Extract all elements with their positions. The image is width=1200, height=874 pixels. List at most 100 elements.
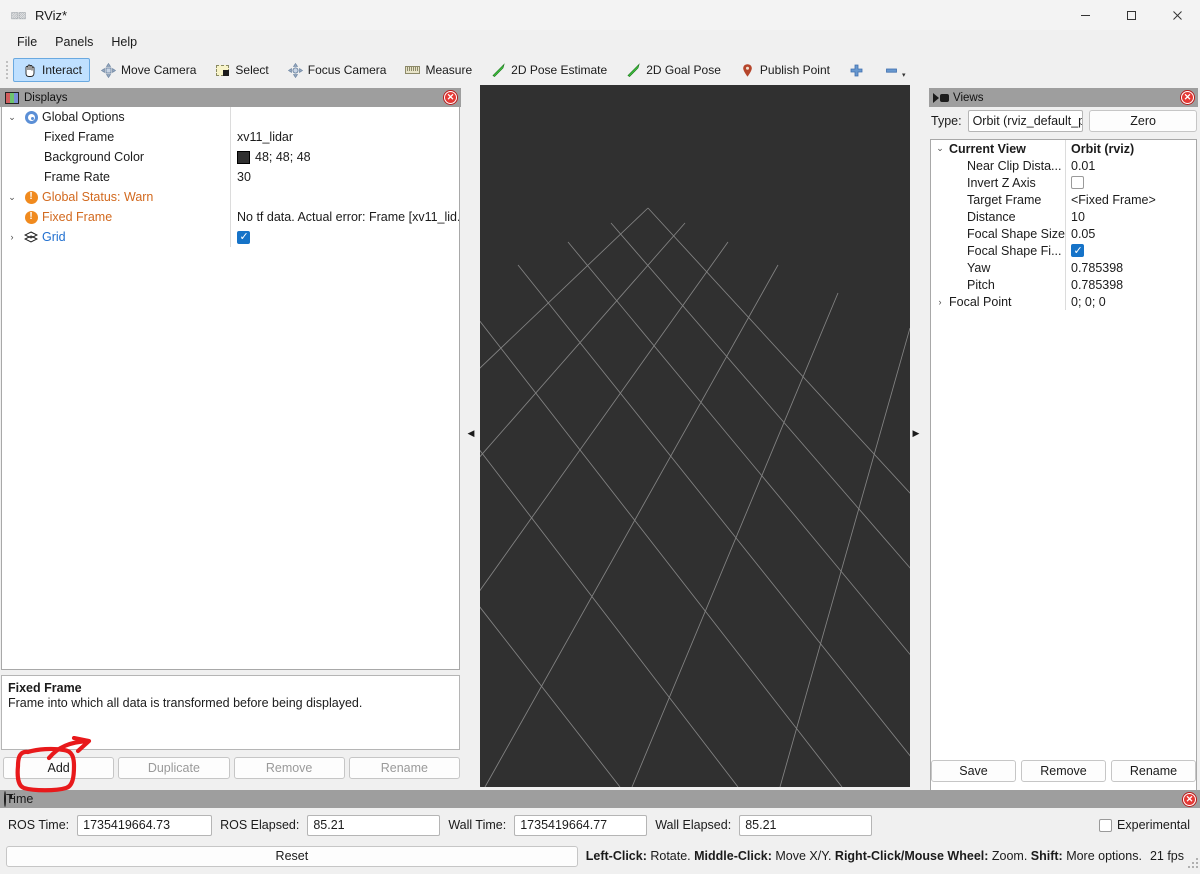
views-row[interactable]: Pitch 0.785398	[931, 276, 1196, 293]
close-button[interactable]	[1154, 0, 1200, 30]
views-value[interactable]: 0.785398	[1066, 276, 1196, 293]
views-row[interactable]: Yaw 0.785398	[931, 259, 1196, 276]
view-type-dropdown[interactable]: Orbit (rviz_default_plugins ⌄	[967, 110, 1084, 132]
tool-measure[interactable]: Measure	[396, 58, 480, 82]
hint-left-click: Left-Click:	[585, 849, 647, 863]
zero-button[interactable]: Zero	[1089, 110, 1198, 132]
rename-button[interactable]: Rename	[348, 757, 460, 779]
twisty-icon[interactable]: ›	[2, 232, 22, 242]
collapse-left-panel-handle[interactable]: ◀	[466, 418, 476, 448]
views-value[interactable]: 0.785398	[1066, 259, 1196, 276]
tree-row[interactable]: ⌄ ! Global Status: Warn	[2, 187, 459, 207]
toolbar-grip[interactable]	[2, 58, 11, 82]
fps-counter: 21 fps	[1149, 849, 1184, 863]
views-value[interactable]	[1066, 174, 1196, 191]
experimental-label: Experimental	[1117, 818, 1190, 832]
minimize-button[interactable]	[1062, 0, 1108, 30]
tree-value[interactable]: 30	[231, 167, 459, 187]
views-row[interactable]: Target Frame <Fixed Frame>	[931, 191, 1196, 208]
reset-button[interactable]: Reset	[6, 845, 578, 867]
3d-render-viewport[interactable]	[480, 85, 910, 787]
twisty-icon[interactable]: ›	[931, 297, 949, 307]
tool-interact[interactable]: Interact	[13, 58, 91, 82]
views-row[interactable]: Near Clip Dista... 0.01	[931, 157, 1196, 174]
displays-panel-title: Displays	[24, 91, 68, 104]
hint-rotate: Rotate.	[646, 849, 695, 863]
focal-shape-fixed-size-checkbox[interactable]	[1071, 244, 1084, 257]
ros-time-label: ROS Time:	[8, 818, 70, 832]
views-value[interactable]: 0; 0; 0	[1066, 293, 1196, 310]
wall-elapsed-input[interactable]: 85.21	[739, 814, 873, 836]
tool-remove-panel-button[interactable]: ▾	[875, 58, 914, 82]
views-close-icon[interactable]: ✕	[1181, 91, 1194, 104]
tree-value[interactable]	[231, 227, 459, 247]
grid-enabled-checkbox[interactable]	[237, 230, 250, 244]
camera-icon	[932, 91, 949, 105]
ros-elapsed-input[interactable]: 85.21	[307, 814, 441, 836]
tool-select[interactable]: Select	[206, 58, 276, 82]
property-description-box: Fixed Frame Frame into which all data is…	[1, 675, 460, 750]
tree-row[interactable]: Fixed Frame xv11_lidar	[2, 127, 459, 147]
focus-camera-icon	[287, 62, 304, 79]
add-button[interactable]: Add	[3, 757, 115, 779]
time-close-icon[interactable]: ✕	[1183, 792, 1196, 806]
rename-view-button[interactable]: Rename	[1111, 760, 1196, 782]
tree-row[interactable]: Frame Rate 30	[2, 167, 459, 187]
wall-time-input[interactable]: 1735419664.77	[514, 814, 648, 836]
tool-2d-goal-pose[interactable]: 2D Goal Pose	[617, 58, 729, 82]
color-swatch-icon[interactable]	[237, 150, 250, 164]
menu-panels[interactable]: Panels	[46, 32, 102, 52]
toolbar-overflow-caret[interactable]: ▾	[902, 71, 906, 81]
hint-shift: Shift:	[1030, 849, 1063, 863]
views-value[interactable]	[1066, 242, 1196, 259]
twisty-icon[interactable]: ⌄	[2, 192, 22, 203]
tree-row[interactable]: Background Color 48; 48; 48	[2, 147, 459, 167]
views-row[interactable]: Focal Shape Size 0.05	[931, 225, 1196, 242]
tree-label: Frame Rate	[44, 170, 110, 184]
views-row[interactable]: Distance 10	[931, 208, 1196, 225]
tool-focus-camera[interactable]: Focus Camera	[279, 58, 395, 82]
experimental-toggle[interactable]: Experimental	[1099, 818, 1190, 832]
views-row[interactable]: › Focal Point 0; 0; 0	[931, 293, 1196, 310]
tool-add-panel-button[interactable]	[840, 58, 873, 82]
views-value[interactable]: 0.01	[1066, 157, 1196, 174]
move-camera-icon	[100, 62, 117, 79]
displays-close-icon[interactable]: ✕	[444, 91, 457, 104]
tool-2d-pose-estimate[interactable]: 2D Pose Estimate	[482, 58, 615, 82]
save-view-button[interactable]: Save	[931, 760, 1016, 782]
views-row[interactable]: ⌄ Current View Orbit (rviz)	[931, 140, 1196, 157]
tree-value[interactable]	[231, 107, 459, 127]
displays-tree[interactable]: ⌄ Global Options Fixed Frame xv11_lidar …	[1, 107, 460, 670]
remove-view-button[interactable]: Remove	[1021, 760, 1106, 782]
tool-publish-point[interactable]: Publish Point	[731, 58, 838, 82]
tree-row[interactable]: ! Fixed Frame No tf data. Actual error: …	[2, 207, 459, 227]
tree-value[interactable]: 48; 48; 48	[231, 147, 459, 167]
twisty-icon[interactable]: ⌄	[931, 143, 949, 154]
experimental-checkbox[interactable]	[1099, 818, 1113, 832]
tool-move-camera[interactable]: Move Camera	[92, 58, 204, 82]
remove-button[interactable]: Remove	[233, 757, 345, 779]
views-row[interactable]: Invert Z Axis	[931, 174, 1196, 191]
twisty-icon[interactable]: ⌄	[2, 112, 22, 123]
warning-icon: !	[22, 210, 40, 224]
views-value[interactable]: <Fixed Frame>	[1066, 191, 1196, 208]
tree-row[interactable]: ⌄ Global Options	[2, 107, 459, 127]
resize-grip[interactable]	[1186, 856, 1198, 868]
menu-file[interactable]: File	[8, 32, 46, 52]
duplicate-button[interactable]: Duplicate	[118, 757, 230, 779]
tree-row[interactable]: › Grid	[2, 227, 459, 247]
tree-value	[231, 187, 459, 207]
tool-select-label: Select	[235, 63, 269, 77]
displays-monitor-icon	[4, 91, 19, 105]
views-label: Target Frame	[967, 192, 1042, 207]
views-property-tree[interactable]: ⌄ Current View Orbit (rviz) Near Clip Di…	[930, 139, 1197, 839]
views-value[interactable]: 0.05	[1066, 225, 1196, 242]
menu-help[interactable]: Help	[102, 32, 146, 52]
views-row[interactable]: Focal Shape Fi...	[931, 242, 1196, 259]
collapse-right-panel-handle[interactable]: ▶	[911, 418, 921, 448]
maximize-button[interactable]	[1108, 0, 1154, 30]
tree-value[interactable]: xv11_lidar	[231, 127, 459, 147]
invert-z-axis-checkbox[interactable]	[1071, 176, 1084, 189]
ros-time-input[interactable]: 1735419664.73	[77, 814, 213, 836]
views-value[interactable]: 10	[1066, 208, 1196, 225]
